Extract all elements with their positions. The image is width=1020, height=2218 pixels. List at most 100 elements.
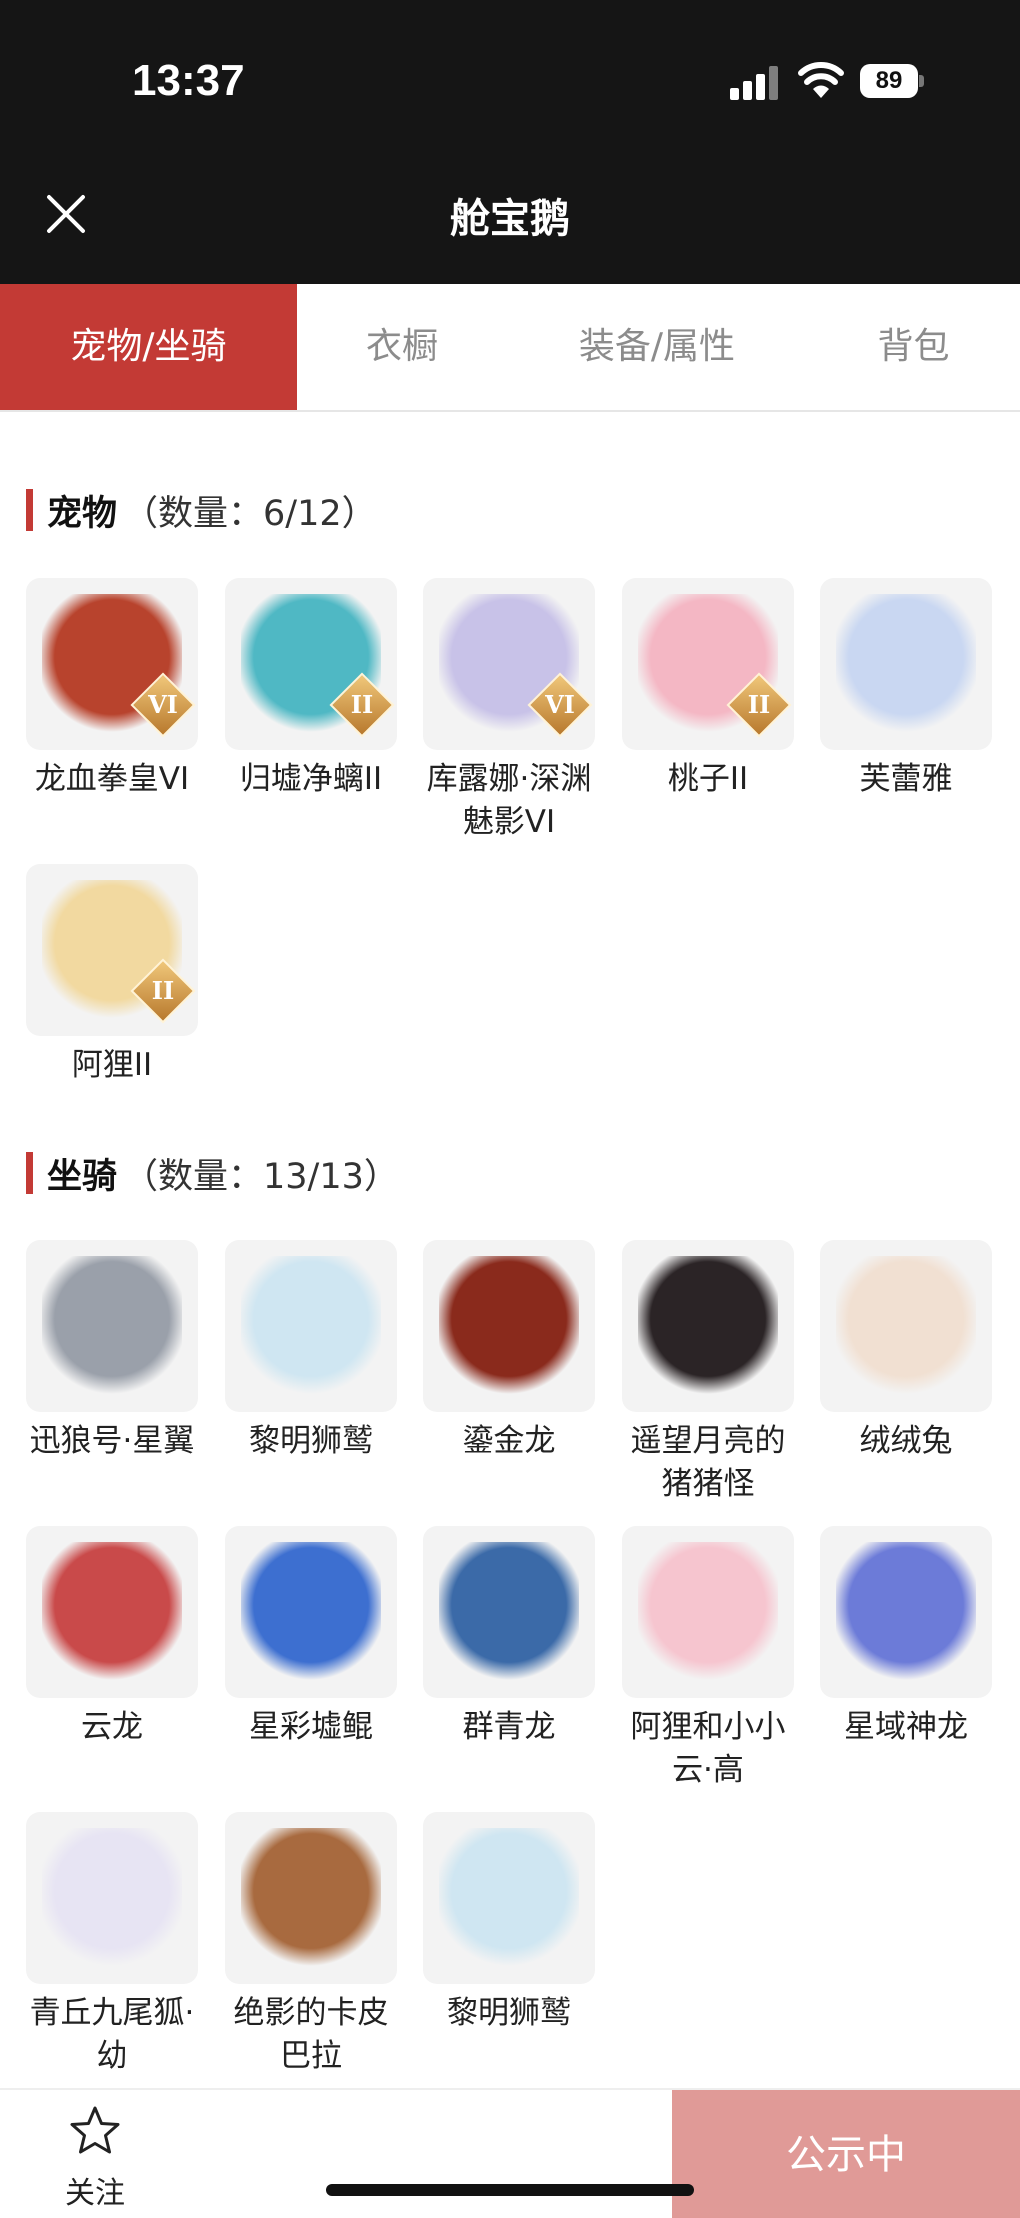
pet-name: 桃子II xyxy=(667,761,749,797)
mount-card[interactable]: 鎏金龙 xyxy=(423,1240,595,1463)
mount-image xyxy=(836,1256,976,1396)
mount-thumbnail[interactable] xyxy=(820,1240,992,1412)
pet-image xyxy=(836,594,976,734)
bottom-action-bar: 关注 公示中 xyxy=(0,2088,1020,2218)
pet-card[interactable]: VI 库露娜·深渊魅影VI xyxy=(423,578,595,844)
pet-thumbnail[interactable]: II xyxy=(622,578,794,750)
mount-image xyxy=(241,1828,381,1968)
mount-thumbnail[interactable] xyxy=(820,1526,992,1698)
mount-thumbnail[interactable] xyxy=(423,1240,595,1412)
mount-image xyxy=(42,1828,182,1968)
mount-card[interactable]: 迅狼号·星翼 xyxy=(26,1240,198,1463)
mount-card[interactable]: 绒绒兔 xyxy=(820,1240,992,1463)
rank-badge-label: II xyxy=(350,690,374,719)
section-count: （数量：6/12） xyxy=(123,493,377,534)
mount-thumbnail[interactable] xyxy=(26,1526,198,1698)
mount-name: 星彩墟鲲 xyxy=(249,1709,373,1745)
rank-badge-label: II xyxy=(151,976,175,1005)
mount-card[interactable]: 星彩墟鲲 xyxy=(225,1526,397,1749)
mount-image xyxy=(241,1256,381,1396)
pet-thumbnail[interactable]: II xyxy=(225,578,397,750)
tab-bar: 宠物/坐骑 衣橱 装备/属性 背包 xyxy=(0,284,1020,412)
mount-thumbnail[interactable] xyxy=(225,1240,397,1412)
mount-card[interactable]: 遥望月亮的猪猪怪 xyxy=(622,1240,794,1506)
mount-thumbnail[interactable] xyxy=(423,1526,595,1698)
pet-name: 库露娜·深渊魅影VI xyxy=(426,761,592,840)
pet-name: 芙蕾雅 xyxy=(859,761,953,797)
tab-pets-mounts[interactable]: 宠物/坐骑 xyxy=(0,284,297,410)
mount-card[interactable]: 黎明狮鹫 xyxy=(423,1812,595,2035)
mount-name: 黎明狮鹫 xyxy=(249,1423,373,1459)
tab-wardrobe[interactable]: 衣橱 xyxy=(297,284,507,410)
mount-card[interactable]: 星域神龙 xyxy=(820,1526,992,1749)
mount-name: 阿狸和小小云·高 xyxy=(630,1709,786,1788)
pet-thumbnail[interactable]: II xyxy=(26,864,198,1036)
mount-name: 遥望月亮的猪猪怪 xyxy=(630,1423,786,1502)
section-name: 宠物 xyxy=(47,493,118,534)
pet-thumbnail[interactable]: VI xyxy=(423,578,595,750)
section-name: 坐骑 xyxy=(47,1156,118,1197)
mount-name: 迅狼号·星翼 xyxy=(29,1423,195,1459)
mount-image xyxy=(836,1542,976,1682)
follow-button[interactable]: 关注 xyxy=(40,2104,150,2212)
mount-image xyxy=(241,1542,381,1682)
mount-image xyxy=(42,1542,182,1682)
status-time: 13:37 xyxy=(132,56,245,105)
mount-thumbnail[interactable] xyxy=(423,1812,595,1984)
mount-image xyxy=(439,1828,579,1968)
home-indicator[interactable] xyxy=(326,2184,694,2196)
page-title: 舱宝鹅 xyxy=(450,196,570,242)
header-bar: 13:37 89 舱宝鹅 xyxy=(0,0,1020,284)
pet-card[interactable]: II 阿狸II xyxy=(26,864,198,1087)
mount-image xyxy=(638,1542,778,1682)
rank-badge-label: II xyxy=(747,690,771,719)
mount-card[interactable]: 群青龙 xyxy=(423,1526,595,1749)
mount-card[interactable]: 青丘九尾狐·幼 xyxy=(26,1812,198,2078)
mount-name: 绝影的卡皮巴拉 xyxy=(233,1995,389,2074)
mount-image xyxy=(439,1256,579,1396)
mount-name: 鎏金龙 xyxy=(462,1423,556,1459)
mounts-section-title: 坐骑 （数量：13/13） xyxy=(26,1150,399,1197)
follow-label: 关注 xyxy=(65,2176,125,2211)
battery-icon: 89 xyxy=(860,64,924,98)
pets-section-title: 宠物 （数量：6/12） xyxy=(26,487,377,534)
mount-thumbnail[interactable] xyxy=(225,1812,397,1984)
section-accent-bar xyxy=(26,489,33,531)
mount-thumbnail[interactable] xyxy=(622,1240,794,1412)
pet-name: 归墟净螭II xyxy=(239,761,383,797)
mount-name: 星域神龙 xyxy=(844,1709,968,1745)
mount-thumbnail[interactable] xyxy=(26,1812,198,1984)
mount-card[interactable]: 云龙 xyxy=(26,1526,198,1749)
tab-equipment-attributes[interactable]: 装备/属性 xyxy=(507,284,807,410)
pet-name: 龙血拳皇VI xyxy=(34,761,190,797)
mount-card[interactable]: 绝影的卡皮巴拉 xyxy=(225,1812,397,2078)
mount-image xyxy=(42,1256,182,1396)
mount-thumbnail[interactable] xyxy=(622,1526,794,1698)
mount-card[interactable]: 阿狸和小小云·高 xyxy=(622,1526,794,1792)
cellular-signal-icon xyxy=(730,66,778,100)
battery-level: 89 xyxy=(875,67,903,94)
mount-thumbnail[interactable] xyxy=(225,1526,397,1698)
pet-card[interactable]: VI 龙血拳皇VI xyxy=(26,578,198,801)
mount-name: 云龙 xyxy=(81,1709,143,1745)
mount-card[interactable]: 黎明狮鹫 xyxy=(225,1240,397,1463)
mount-thumbnail[interactable] xyxy=(26,1240,198,1412)
star-icon xyxy=(70,2106,120,2154)
pet-card[interactable]: II 归墟净螭II xyxy=(225,578,397,801)
wifi-icon xyxy=(798,62,844,98)
mount-name: 绒绒兔 xyxy=(859,1423,953,1459)
publicity-status-button[interactable]: 公示中 xyxy=(672,2090,1020,2218)
pet-card[interactable]: II 桃子II xyxy=(622,578,794,801)
tab-backpack[interactable]: 背包 xyxy=(807,284,1020,410)
mount-image xyxy=(439,1542,579,1682)
mount-name: 群青龙 xyxy=(462,1709,556,1745)
pet-thumbnail[interactable] xyxy=(820,578,992,750)
mount-image xyxy=(638,1256,778,1396)
section-count: （数量：13/13） xyxy=(123,1156,399,1197)
rank-badge-label: VI xyxy=(148,690,178,719)
section-accent-bar xyxy=(26,1152,33,1194)
mount-name: 黎明狮鹫 xyxy=(447,1995,571,2031)
pet-card[interactable]: 芙蕾雅 xyxy=(820,578,992,801)
pet-thumbnail[interactable]: VI xyxy=(26,578,198,750)
pet-name: 阿狸II xyxy=(71,1047,153,1083)
